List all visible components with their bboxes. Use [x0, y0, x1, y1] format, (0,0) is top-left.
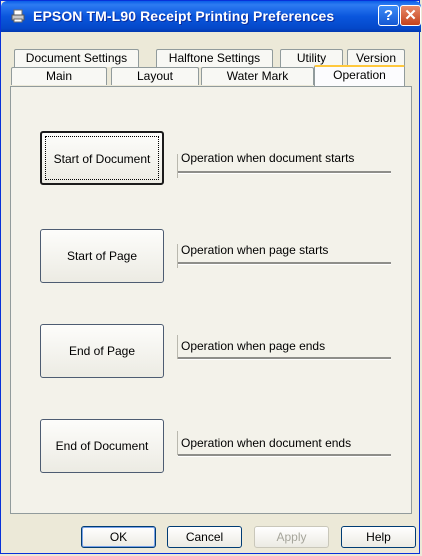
printer-icon: [11, 9, 25, 23]
separator-line: [178, 454, 391, 457]
separator-line: [177, 431, 178, 455]
help-button[interactable]: Help: [341, 526, 416, 548]
start-of-page-button[interactable]: Start of Page: [40, 229, 164, 283]
separator-line: [178, 262, 391, 265]
end-of-page-button[interactable]: End of Page: [40, 324, 164, 378]
preferences-dialog: EPSON TM-L90 Receipt Printing Preference…: [0, 0, 421, 554]
end-of-page-label: End of Page: [68, 344, 136, 358]
end-of-document-label: End of Document: [55, 439, 149, 453]
cancel-button[interactable]: Cancel: [167, 526, 242, 548]
apply-button[interactable]: Apply: [254, 526, 329, 548]
tab-water-mark[interactable]: Water Mark: [201, 67, 314, 85]
start-of-page-label: Start of Page: [66, 249, 138, 263]
tab-operation[interactable]: Operation: [314, 65, 405, 86]
end-of-document-description: Operation when document ends: [181, 436, 352, 450]
ok-button[interactable]: OK: [81, 526, 156, 548]
separator-line: [177, 154, 178, 178]
end-of-page-description: Operation when page ends: [181, 339, 326, 353]
close-button[interactable]: ✕: [400, 5, 421, 26]
window-title: EPSON TM-L90 Receipt Printing Preference…: [33, 8, 335, 24]
tab-halftone-settings[interactable]: Halftone Settings: [156, 49, 273, 67]
separator-line: [178, 171, 391, 174]
tab-main[interactable]: Main: [11, 67, 107, 85]
title-bar[interactable]: EPSON TM-L90 Receipt Printing Preference…: [1, 1, 421, 32]
start-of-page-description: Operation when page starts: [181, 243, 329, 257]
help-title-button[interactable]: ?: [378, 5, 399, 26]
end-of-document-button[interactable]: End of Document: [40, 419, 164, 473]
separator-line: [177, 335, 178, 359]
tab-document-settings[interactable]: Document Settings: [14, 49, 139, 67]
focus-rectangle: [45, 136, 159, 180]
operation-panel: Start of Document Operation when documen…: [10, 86, 412, 514]
start-of-document-button[interactable]: Start of Document: [40, 131, 164, 185]
separator-line: [178, 357, 391, 360]
start-of-document-description: Operation when document starts: [181, 151, 355, 165]
tab-layout[interactable]: Layout: [111, 67, 199, 85]
